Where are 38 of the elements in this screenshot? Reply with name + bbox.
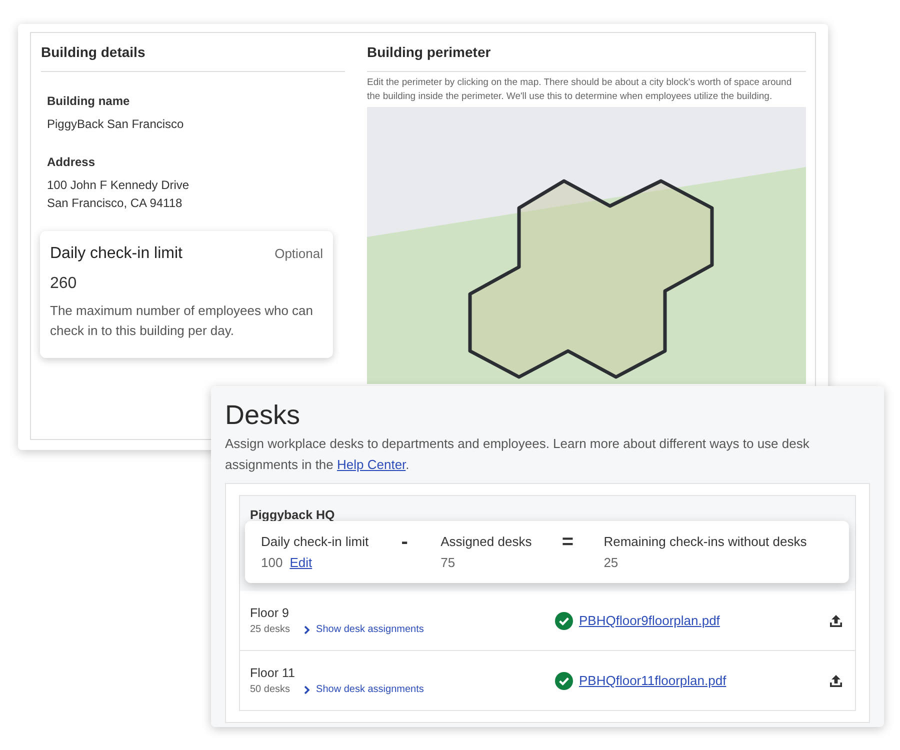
floor-name: Floor 11: [250, 666, 296, 680]
limit-value: 260: [50, 275, 78, 293]
upload-icon: [829, 614, 843, 628]
show-assignments-link[interactable]: Show desk assignments: [302, 684, 424, 695]
section-title: Building details: [41, 33, 345, 72]
file-link[interactable]: PBHQfloor11floorplan.pdf: [579, 673, 726, 688]
field-value: 100 John F Kennedy Drive San Francisco, CA 94118: [47, 177, 190, 212]
operator-sign: =: [560, 534, 575, 550]
field-label: Building name: [47, 94, 131, 108]
show-assignments-link[interactable]: Show desk assignments: [302, 624, 424, 635]
limit-description: The maximum number of employees who can check in to this building per day.: [50, 302, 314, 340]
term-label: Remaining check-ins without desks: [604, 534, 807, 549]
check-circle-icon: [555, 672, 573, 690]
term-label: Daily check-in limit: [261, 534, 369, 549]
upload-icon: [829, 674, 843, 688]
chevron-right-icon: [302, 684, 312, 694]
check-circle-icon: [555, 612, 573, 630]
field-value: PiggyBack San Francisco: [47, 116, 185, 133]
term-value: 25: [604, 555, 618, 570]
file-link[interactable]: PBHQfloor9floorplan.pdf: [579, 613, 720, 628]
desk-count: 50 desks: [250, 684, 290, 695]
desks-title: Desks: [225, 400, 302, 431]
field-label: Address: [47, 155, 96, 169]
floor-name: Floor 9: [250, 606, 290, 620]
operator-sign: -: [400, 534, 409, 550]
optional-label: Optional: [274, 246, 323, 261]
location-name: Piggyback HQ: [250, 508, 336, 522]
term-label: Assigned desks: [440, 534, 532, 549]
desk-count: 25 desks: [250, 624, 290, 635]
desks-description: Assign workplace desks to departments and employees. Learn more about different ways to use desk assignments in the Help Center.: [225, 435, 810, 474]
term-value: 75: [440, 555, 456, 570]
card-title: Daily check-in limit: [50, 245, 182, 263]
help-center-link[interactable]: Help Center: [337, 457, 406, 472]
term-value: 100: [261, 555, 283, 570]
chevron-right-icon: [302, 624, 312, 634]
section-title: Building perimeter: [367, 33, 806, 72]
edit-link[interactable]: Edit: [290, 555, 312, 570]
perimeter-description: Edit the perimeter by clicking on the map. There should be about a city block's worth of space around the building inside the perimeter. We'll use this to determine when employees utilize the building.: [367, 76, 793, 104]
